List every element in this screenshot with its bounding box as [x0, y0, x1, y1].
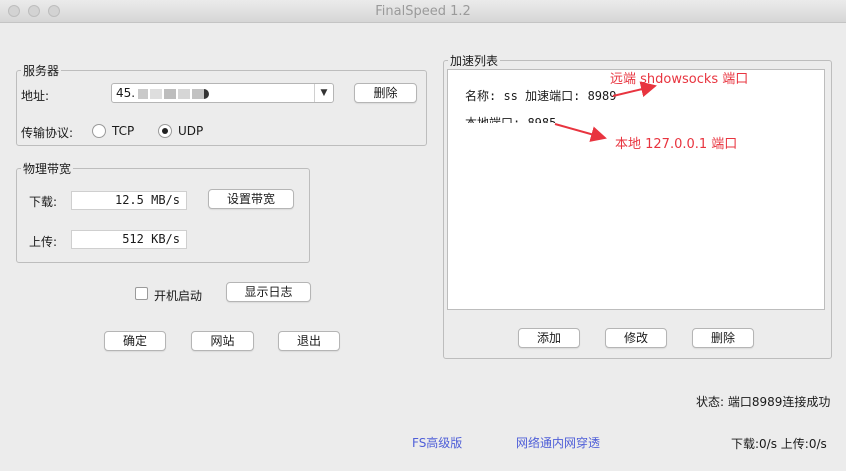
window-title: FinalSpeed 1.2 — [375, 4, 471, 19]
udp-radio-label[interactable]: UDP — [178, 124, 203, 138]
dropdown-arrow-icon[interactable]: ▼ — [314, 84, 333, 102]
udp-radio[interactable] — [158, 124, 172, 138]
delete-item-button[interactable]: 删除 — [692, 328, 754, 348]
list-item[interactable]: 本地端口: 8985 — [465, 114, 556, 123]
delete-server-button[interactable]: 删除 — [354, 83, 417, 103]
edit-button[interactable]: 修改 — [605, 328, 667, 348]
tcp-radio[interactable] — [92, 124, 106, 138]
server-group: 服务器 — [16, 62, 427, 146]
add-button[interactable]: 添加 — [518, 328, 580, 348]
download-bandwidth-field[interactable]: 12.5 MB/s — [71, 191, 187, 210]
server-group-legend: 服务器 — [23, 64, 60, 78]
accel-list-legend: 加速列表 — [450, 54, 499, 68]
redacted-block — [178, 89, 190, 99]
list-item[interactable]: 名称: ss 加速端口: 8989 — [465, 87, 616, 104]
tcp-radio-label[interactable]: TCP — [112, 124, 134, 138]
redacted-block — [204, 89, 209, 99]
redacted-block — [192, 89, 204, 99]
speed-status: 下载:0/s 上传:0/s — [731, 437, 827, 451]
bandwidth-group-legend: 物理带宽 — [23, 162, 72, 176]
intranet-penetration-link[interactable]: 网络通内网穿透 — [516, 434, 600, 451]
show-log-button[interactable]: 显示日志 — [226, 282, 311, 302]
redacted-block — [164, 89, 176, 99]
redacted-block — [150, 89, 162, 99]
website-button[interactable]: 网站 — [191, 331, 254, 351]
title-bar: FinalSpeed 1.2 — [0, 0, 846, 23]
autostart-checkbox[interactable] — [135, 287, 148, 300]
remote-port-annotation: 远端 shdowsocks 端口 — [610, 72, 749, 87]
autostart-label[interactable]: 开机启动 — [154, 287, 202, 304]
accel-list[interactable]: 名称: ss 加速端口: 8989 本地端口: 8985 — [447, 69, 825, 310]
redacted-block — [138, 89, 148, 99]
address-value: 45. — [116, 86, 136, 100]
download-label: 下载: — [29, 195, 58, 209]
local-port-annotation: 本地 127.0.0.1 端口 — [615, 137, 738, 152]
protocol-label: 传输协议: — [21, 126, 74, 140]
ok-button[interactable]: 确定 — [104, 331, 166, 351]
exit-button[interactable]: 退出 — [278, 331, 340, 351]
upload-bandwidth-field[interactable]: 512 KB/s — [71, 230, 187, 249]
address-label: 地址: — [21, 89, 50, 103]
fs-advanced-link[interactable]: FS高级版 — [412, 434, 462, 451]
status-text: 状态: 端口8989连接成功 — [696, 395, 831, 409]
set-bandwidth-button[interactable]: 设置带宽 — [208, 189, 294, 209]
upload-label: 上传: — [29, 235, 58, 249]
address-combobox[interactable]: 45. ▼ — [111, 83, 334, 103]
